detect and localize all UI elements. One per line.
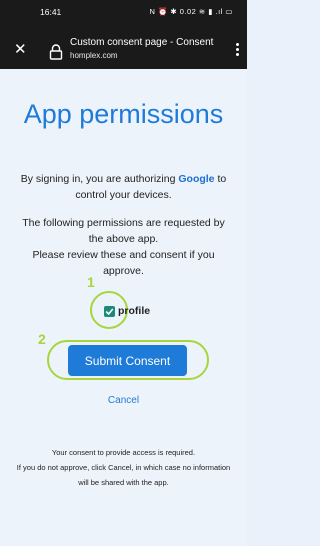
footer-notice: Your consent to provide access is requir… — [14, 445, 233, 490]
url-domain[interactable]: homplex.com — [70, 51, 118, 60]
intro-text: By signing in, you are authorizing Googl… — [16, 171, 231, 203]
submit-consent-button[interactable]: Submit Consent — [68, 345, 187, 376]
status-icons: N ⏰ ✱ 0.02 ≋ ▮ .ıl ▭ — [149, 7, 233, 16]
review-text: Please review these and consent if you a… — [32, 249, 215, 277]
footer-line-2: If you do not approve, click Cancel, in … — [16, 463, 231, 487]
profile-checkbox[interactable] — [104, 306, 115, 317]
brand-name: Google — [178, 173, 215, 185]
permission-profile[interactable]: profile — [104, 304, 184, 320]
status-time: 16:41 — [40, 7, 62, 17]
footer-line-1: Your consent to provide access is requir… — [51, 448, 196, 457]
checkmark-icon — [105, 308, 114, 316]
permissions-text: The following permissions are requested … — [22, 217, 225, 245]
intro-prefix: By signing in, you are authorizing — [20, 173, 179, 185]
consent-page: App permissions By signing in, you are a… — [0, 69, 247, 546]
close-icon[interactable]: ✕ — [14, 42, 27, 57]
lock-icon[interactable] — [49, 44, 63, 60]
status-bar: 16:41 N ⏰ ✱ 0.02 ≋ ▮ .ıl ▭ — [0, 0, 247, 33]
overflow-menu-icon[interactable] — [236, 43, 240, 59]
profile-label: profile — [118, 305, 151, 317]
cancel-link[interactable]: Cancel — [0, 395, 247, 406]
annotation-marker-1: 1 — [87, 274, 95, 290]
browser-url-bar: ✕ Custom consent page - Consent homplex.… — [0, 33, 247, 69]
annotation-marker-2: 2 — [38, 331, 46, 347]
page-title: App permissions — [23, 99, 224, 129]
page-tab-title[interactable]: Custom consent page - Consent — [70, 37, 230, 48]
